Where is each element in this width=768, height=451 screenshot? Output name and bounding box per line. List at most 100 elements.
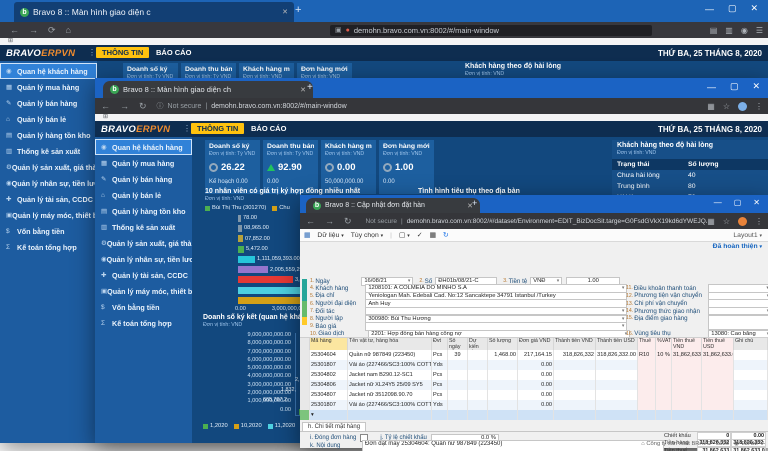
sidebar-item[interactable]: ⌂ Quản lý bán lẻ (95, 187, 192, 203)
cell-tt-vnd[interactable] (554, 380, 596, 390)
cell-tien-thue-vnd[interactable]: 31,862,633 (672, 350, 702, 360)
cell-don-gia[interactable] (518, 410, 554, 420)
cell-ten[interactable]: Vải áo (227466/SC3:100% COTTON) (348, 400, 432, 410)
cell-tt-usd[interactable]: 318,826,332.00 (596, 350, 638, 360)
cell-tien-thue-vnd[interactable] (672, 360, 702, 370)
kebab-icon[interactable]: ⋮ (755, 217, 763, 226)
minimize-button[interactable]: — (707, 82, 716, 92)
cell-tt-vnd[interactable] (554, 390, 596, 400)
forward-icon[interactable]: → (325, 216, 334, 226)
maximize-button[interactable]: ▢ (728, 3, 737, 14)
row-marker[interactable] (300, 350, 310, 360)
titlebar[interactable]: b Bravo 8 :: Cập nhật đơn đặt hàn ✕ + — … (300, 195, 768, 213)
cell-ghi-chu[interactable] (734, 390, 768, 400)
cell-dvt[interactable]: Yds (432, 400, 448, 410)
cell-vat[interactable]: 10 % (656, 350, 672, 360)
tab-bao-cao[interactable]: BÁO CÁO (245, 123, 292, 134)
kebab-icon[interactable]: ⋮ (183, 124, 191, 133)
cell-ghi-chu[interactable] (734, 360, 768, 370)
cell-du-kien[interactable] (468, 360, 488, 370)
cell-tien-thue-usd[interactable] (702, 390, 734, 400)
cell-thue[interactable] (638, 390, 656, 400)
cell-tien-thue-usd[interactable] (702, 360, 734, 370)
reload-icon[interactable]: ↻ (344, 216, 352, 227)
refresh-icon[interactable]: ↻ (443, 231, 449, 239)
sidebar-item[interactable]: ▣ Quản lý máy móc, thiết bị (95, 283, 192, 299)
avatar[interactable] (738, 102, 747, 111)
sidebar-item[interactable]: ⚙ Quản lý sản xuất, giá thành (0, 159, 97, 175)
cell-tien-thue-usd[interactable] (702, 410, 734, 420)
sidebar-item[interactable]: $ Vốn bằng tiền (95, 299, 192, 315)
home-icon[interactable]: ⌂ (66, 25, 71, 35)
forward-icon[interactable]: → (120, 101, 129, 111)
table-row[interactable]: 25301807 Vải áo (227466/SC3:100% COTTON)… (300, 400, 768, 410)
sidebar-item[interactable]: ▣ Quản lý máy móc, thiết bị (0, 207, 97, 223)
cell-don-gia[interactable]: 0.00 (518, 400, 554, 410)
star-icon[interactable]: ☆ (723, 102, 730, 111)
cell-du-kien[interactable] (468, 370, 488, 380)
cell-so-luong[interactable] (488, 400, 518, 410)
cell-tien-thue-usd[interactable] (702, 400, 734, 410)
cell-thue[interactable]: R10 (638, 350, 656, 360)
tab-thong-tin[interactable]: THÔNG TIN (96, 47, 149, 58)
cell-don-gia[interactable]: 0.00 (518, 360, 554, 370)
cell-tien-thue-vnd[interactable] (672, 400, 702, 410)
cell-so-luong[interactable] (488, 370, 518, 380)
sidebar-item[interactable]: ▦ Quản lý mua hàng (0, 79, 97, 95)
cell-tien-thue-usd[interactable] (702, 370, 734, 380)
sidebar-item[interactable]: ⚙ Quản lý sản xuất, giá thành (95, 235, 192, 251)
cell-dvt[interactable] (432, 410, 448, 420)
sidebar-item[interactable]: ▥ Thống kê sản xuất (0, 143, 97, 159)
cell-vat[interactable] (656, 370, 672, 380)
cell-tien-thue-vnd[interactable] (672, 370, 702, 380)
grid-icon[interactable]: ⊞ (103, 114, 108, 120)
field-input[interactable] (708, 315, 768, 330)
cell-ten[interactable]: Quần nữ 987849 (223450) (348, 350, 432, 360)
table-row[interactable]: 25304604 Quần nữ 987849 (223450) Pcs 39 … (300, 350, 768, 360)
menu-tuy-chon[interactable]: Tùy chọn ▾ (351, 232, 383, 239)
cell-thue[interactable] (638, 380, 656, 390)
browser-actions[interactable]: ▤ ▥ ◉ ☰ (710, 26, 763, 35)
cell-don-gia[interactable]: 0.00 (518, 390, 554, 400)
cell-vat[interactable] (656, 410, 672, 420)
minimize-button[interactable]: — (714, 198, 722, 207)
window-controls[interactable]: — ▢ ✕ (714, 198, 760, 207)
cell-so-ngay[interactable]: 39 (448, 350, 468, 360)
cell-du-kien[interactable] (468, 410, 488, 420)
cell-so-luong[interactable] (488, 380, 518, 390)
cell-so-ngay[interactable] (448, 360, 468, 370)
cell-tien-thue-vnd[interactable] (672, 410, 702, 420)
cell-dvt[interactable]: Pcs (432, 390, 448, 400)
cell-so-ngay[interactable] (448, 380, 468, 390)
side-tab-green[interactable] (302, 301, 307, 317)
browser-tab[interactable]: b Bravo 8 :: Màn hình giao diện ch ✕ (103, 81, 313, 98)
back-icon[interactable]: ← (101, 101, 110, 111)
cell-vat[interactable] (656, 390, 672, 400)
table-row[interactable]: Trung bình 80 (612, 181, 768, 192)
cell-ten[interactable]: Vải áo (227466/SC3:100% COTTON) (348, 360, 432, 370)
cell-thue[interactable] (638, 400, 656, 410)
titlebar[interactable]: b Bravo 8 :: Màn hình giao diện ch ✕ + —… (95, 78, 768, 98)
sidebar-item[interactable]: ◉ Quản lý nhân sự, tiền lương (95, 251, 192, 267)
forward-icon[interactable]: → (29, 25, 38, 35)
cell-tt-vnd[interactable] (554, 370, 596, 380)
window-order-form[interactable]: b Bravo 8 :: Cập nhật đơn đặt hàn ✕ + — … (300, 195, 768, 448)
cell-tt-vnd[interactable] (554, 400, 596, 410)
back-icon[interactable]: ← (306, 216, 315, 226)
check-icon[interactable]: ✓ (417, 231, 423, 239)
minimize-button[interactable]: — (705, 4, 714, 14)
library-icon[interactable]: ▤ (710, 26, 718, 35)
cell-du-kien[interactable] (468, 400, 488, 410)
cell-tt-usd[interactable] (596, 360, 638, 370)
cell-so-ngay[interactable] (448, 370, 468, 380)
close-button[interactable]: ✕ (750, 3, 758, 14)
sidebar-item[interactable]: ✚ Quản lý tài sản, CCDC (0, 191, 97, 207)
cell-ma-hang[interactable]: 25304604 (310, 350, 348, 360)
close-button[interactable]: ✕ (753, 198, 760, 207)
cell-ghi-chu[interactable] (734, 370, 768, 380)
cell-ma-hang[interactable]: ▾ (310, 410, 348, 420)
side-tab-amber[interactable] (302, 317, 307, 325)
sidebar-item[interactable]: ▤ Quản lý hàng tồn kho (0, 127, 97, 143)
cell-ma-hang[interactable]: 25301807 (310, 400, 348, 410)
menu-du-lieu[interactable]: Dữ liệu ▾ (317, 232, 343, 239)
